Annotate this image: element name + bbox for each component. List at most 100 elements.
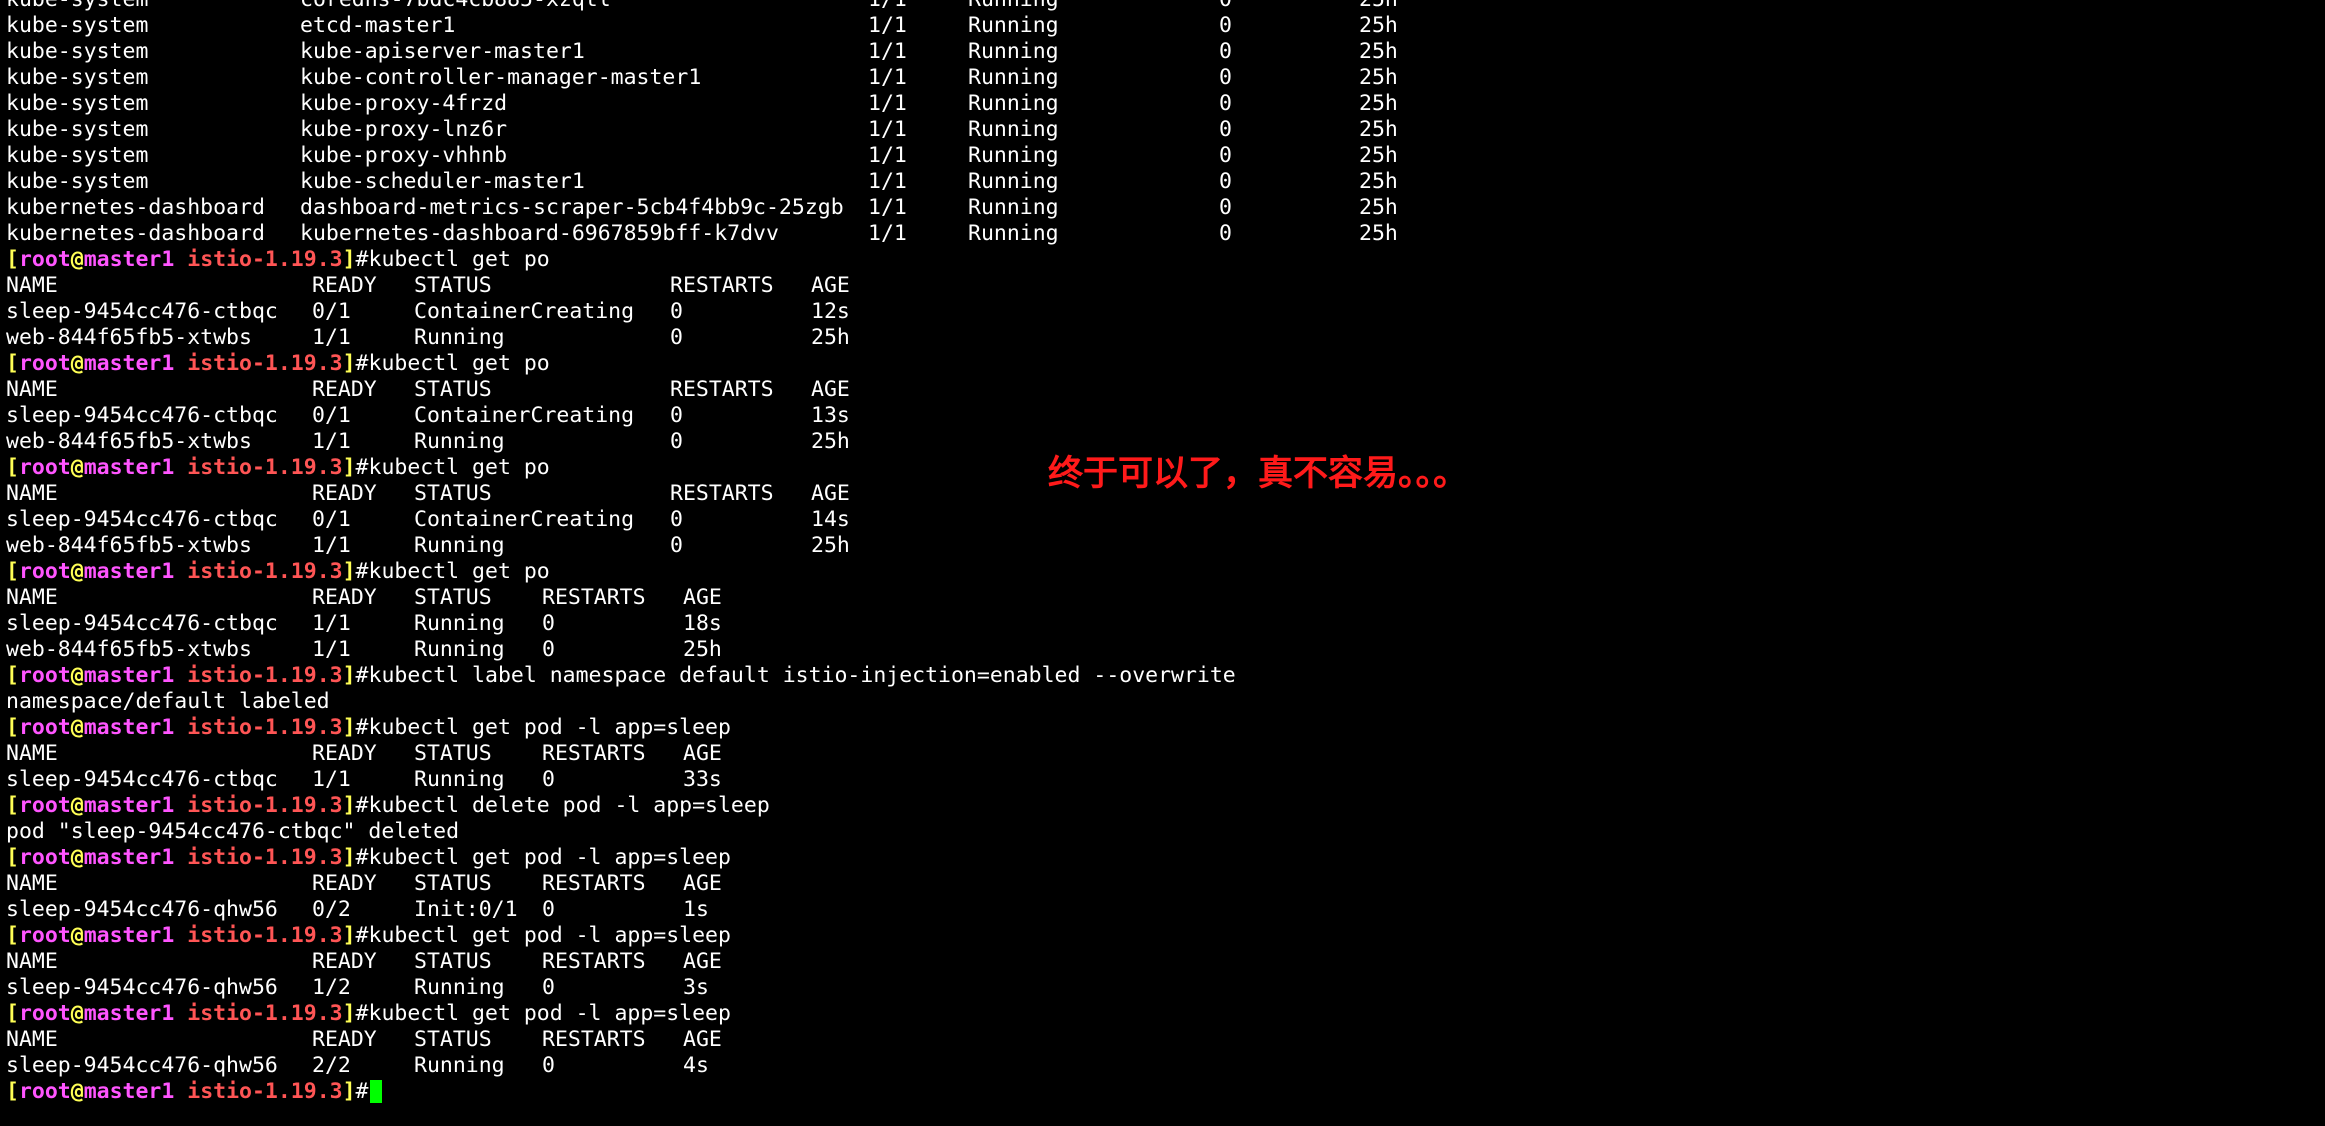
column-header: AGE [683,871,722,896]
table-cell: 0 [670,325,683,350]
table-cell: etcd-master1 [300,13,456,38]
prompt-at: @ [70,715,84,740]
column-header: AGE [683,741,722,766]
prompt-at: @ [70,351,84,376]
prompt-open-bracket: [ [6,559,19,584]
prompt-hash: # [355,455,369,480]
table-row: kube-system kube-controller-manager-maste… [6,65,1398,91]
prompt-open-bracket: [ [6,455,19,480]
column-header: NAME [6,481,58,506]
table-cell: 0 [542,637,555,662]
text-cursor[interactable] [369,1080,382,1103]
table-cell: 0/1 [312,403,351,428]
command-text: kubectl get po [368,351,550,376]
table-cell: web-844f65fb5-xtwbs [6,533,252,558]
prompt-hash: # [355,1079,369,1104]
table-cell: 0 [542,1053,555,1078]
table-cell: 0 [1219,39,1232,64]
table-cell: 1/1 [312,637,351,662]
prompt-hash: # [355,1001,369,1026]
column-header: READY [312,377,377,402]
annotation-text: 终于可以了，真不容易。。。 [1048,454,1469,494]
table-cell: 1/1 [312,429,351,454]
table-row: kube-system kube-proxy-4frzd 1/1 Running 0 25… [6,91,1398,117]
prompt-host: master1 [83,715,175,740]
table-cell: 0 [1219,195,1232,220]
table-cell: 0 [542,897,555,922]
column-header: RESTARTS [542,871,646,896]
prompt-open-bracket: [ [6,1079,19,1104]
prompt-hash: # [355,559,369,584]
prompt-dir: istio-1.19.3 [187,1001,343,1026]
prompt-line: [root@master1 istio-1.19.3]#kubectl get … [6,559,1236,585]
table-cell: 1/1 [868,143,907,168]
terminal-window[interactable]: kube-system coredns-7bdc4cb885-xzqtl 1/1 Ru… [0,0,2325,1126]
table-cell: sleep-9454cc476-ctbqc [6,507,278,532]
table-cell: Running [414,767,505,792]
prompt-dir: istio-1.19.3 [187,559,343,584]
table-row: kubernetes-dashboard kubernetes-dashboard… [6,221,1398,247]
table-cell: kube-system [6,169,149,194]
prompt-line: [root@master1 istio-1.19.3]#kubectl labe… [6,663,1236,689]
command-text: kubectl get po [368,455,550,480]
output-text: namespace/default labeled [6,689,330,714]
prompt-at: @ [70,1001,84,1026]
table-cell: 1/1 [312,533,351,558]
prompt-open-bracket: [ [6,923,19,948]
column-header: AGE [811,377,850,402]
table-cell: sleep-9454cc476-qhw56 [6,1053,278,1078]
prompt-at: @ [70,663,84,688]
prompt-close-bracket: ] [342,351,356,376]
prompt-user: root [18,559,71,584]
prompt-host: master1 [83,351,175,376]
column-header: NAME [6,741,58,766]
table-header-row: NAME READY STATUS RESTARTS AGE [6,871,1236,897]
table-cell: Running [968,65,1059,90]
prompt-open-bracket: [ [6,715,19,740]
prompt-line: [root@master1 istio-1.19.3]#kubectl get … [6,923,1236,949]
table-cell: 18s [683,611,722,636]
table-cell: 25h [1359,65,1398,90]
table-cell: Running [968,0,1059,13]
table-cell: Running [414,975,505,1000]
prompt-user: root [18,715,71,740]
table-cell: ContainerCreating [414,403,635,428]
table-cell: web-844f65fb5-xtwbs [6,325,252,350]
column-header: READY [312,741,377,766]
table-cell: kube-system [6,0,148,13]
table-header-row: NAME READY STATUS RESTARTS AGE [6,1027,1236,1053]
table-cell: 25h [1359,221,1398,246]
column-header: STATUS [414,585,492,610]
table-cell: 1/1 [868,65,907,90]
command-text: kubectl get pod -l app=sleep [368,923,731,948]
table-cell: ContainerCreating [414,507,635,532]
table-cell: 0 [1219,13,1232,38]
prompt-dir: istio-1.19.3 [187,923,343,948]
command-text: kubectl get po [368,559,550,584]
prompt-dir: istio-1.19.3 [187,351,343,376]
table-cell: Running [968,117,1059,142]
column-header: RESTARTS [542,949,646,974]
table-cell: 33s [683,767,722,792]
column-header: READY [312,949,377,974]
table-cell: 0 [542,975,555,1000]
table-row: sleep-9454cc476-qhw56 1/2 Running 0 3s [6,975,1236,1001]
prompt-dir: istio-1.19.3 [187,455,343,480]
table-cell: 0 [542,767,555,792]
table-cell: coredns-7bdc4cb885-xzqtl [300,0,611,13]
command-text: kubectl get pod -l app=sleep [368,845,731,870]
prompt-dir: istio-1.19.3 [187,715,343,740]
table-cell: kube-system [6,39,149,64]
table-cell: 25h [1359,117,1398,142]
table-cell: 1/1 [868,117,907,142]
table-cell: kube-system [6,13,149,38]
table-cell: kubernetes-dashboard [6,221,265,246]
prompt-hash: # [355,845,369,870]
prompt-host: master1 [83,845,175,870]
table-cell: 0 [1219,117,1232,142]
table-row: web-844f65fb5-xtwbs 1/1 Running 0 25h [6,637,1236,663]
table-cell: sleep-9454cc476-qhw56 [6,975,278,1000]
column-header: RESTARTS [670,377,774,402]
prompt-at: @ [70,793,84,818]
table-cell: 1/1 [312,325,351,350]
